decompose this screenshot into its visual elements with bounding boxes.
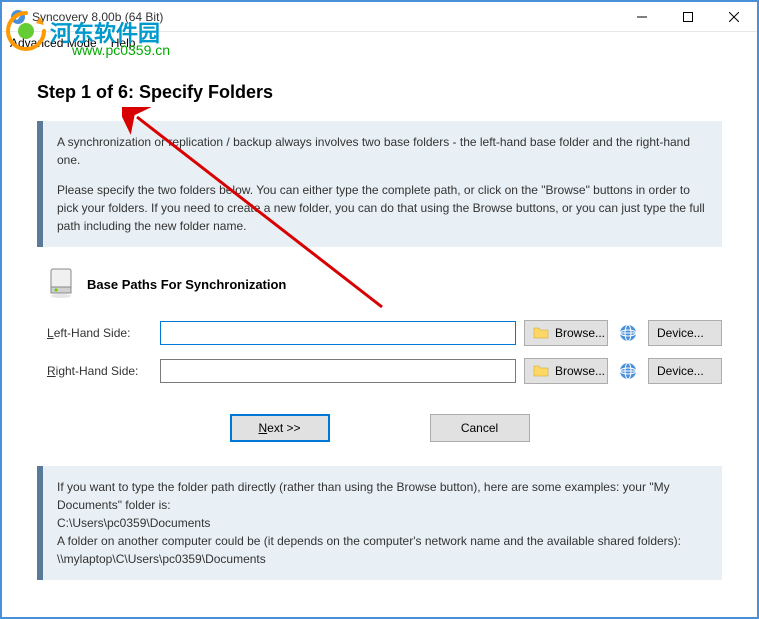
info-paragraph-2: Please specify the two folders below. Yo…: [57, 181, 708, 235]
right-hand-input[interactable]: [160, 359, 516, 383]
right-internet-button[interactable]: [616, 359, 640, 383]
left-hand-input[interactable]: [160, 321, 516, 345]
left-device-button[interactable]: Device...: [648, 320, 722, 346]
left-hand-label: Left-Hand Side:: [47, 326, 152, 340]
section-title: Base Paths For Synchronization: [87, 277, 286, 292]
close-button[interactable]: [711, 2, 757, 32]
close-icon: [729, 12, 739, 22]
next-button[interactable]: Next >>: [230, 414, 330, 442]
watermark-url: www.pc0359.cn: [72, 42, 170, 58]
info-box: A synchronization or replication / backu…: [37, 121, 722, 247]
help-line-3: A folder on another computer could be (i…: [57, 532, 708, 568]
help-line-2: C:\Users\pc0359\Documents: [57, 514, 708, 532]
right-device-button[interactable]: Device...: [648, 358, 722, 384]
left-browse-button[interactable]: Browse...: [524, 320, 608, 346]
maximize-button[interactable]: [665, 2, 711, 32]
folder-icon: [533, 364, 549, 378]
info-paragraph-1: A synchronization or replication / backu…: [57, 133, 708, 169]
help-box: If you want to type the folder path dire…: [37, 466, 722, 580]
folder-icon: [533, 326, 549, 340]
maximize-icon: [683, 12, 693, 22]
watermark-logo: [2, 7, 50, 58]
step-title: Step 1 of 6: Specify Folders: [37, 82, 722, 103]
cancel-button[interactable]: Cancel: [430, 414, 530, 442]
server-icon: [47, 267, 75, 302]
help-line-1: If you want to type the folder path dire…: [57, 478, 708, 514]
right-hand-label: Right-Hand Side:: [47, 364, 152, 378]
right-browse-button[interactable]: Browse...: [524, 358, 608, 384]
minimize-button[interactable]: [619, 2, 665, 32]
left-internet-button[interactable]: [616, 321, 640, 345]
minimize-icon: [637, 12, 647, 22]
